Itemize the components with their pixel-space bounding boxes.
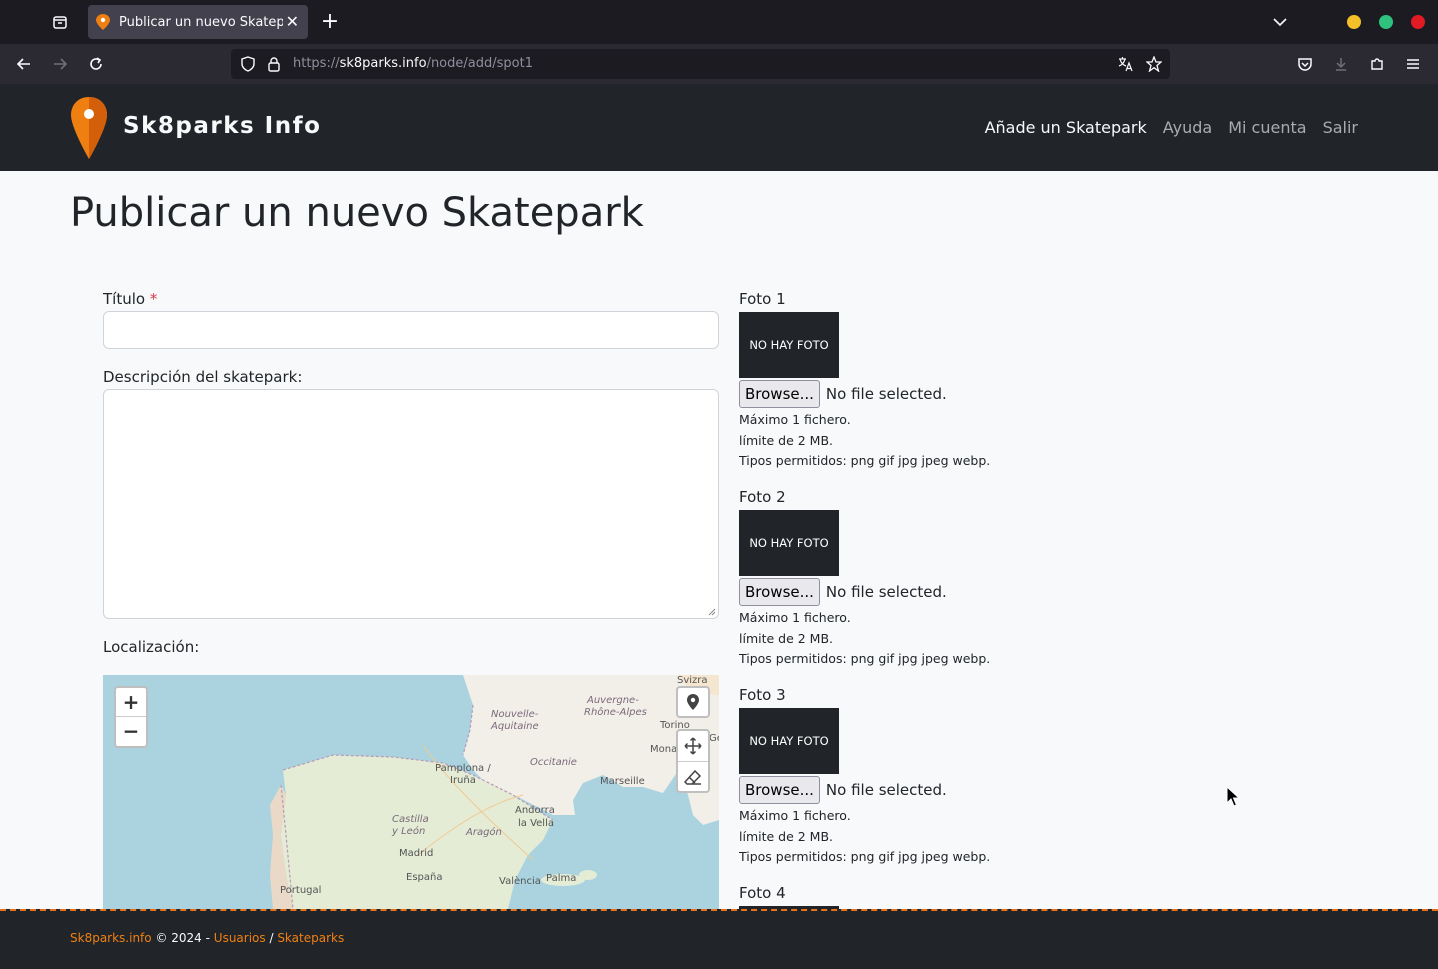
new-tab-icon[interactable]: +: [318, 8, 342, 36]
menu-item-logout[interactable]: Salir: [1323, 118, 1358, 137]
foto-3-field: Foto 3 NO HAY FOTO Browse... No file sel…: [739, 686, 990, 868]
extensions-icon[interactable]: [1363, 52, 1391, 76]
maximize-window-icon[interactable]: [1379, 15, 1393, 29]
zoom-in-button[interactable]: +: [116, 688, 146, 717]
footer-skateparks-link[interactable]: Skateparks: [277, 931, 344, 945]
foto-2-placeholder: NO HAY FOTO: [739, 510, 839, 576]
reload-icon[interactable]: [82, 52, 110, 76]
footer-site-link[interactable]: Sk8parks.info: [70, 931, 152, 945]
browser-tab-bar: Publicar un nuevo Skatepark ✕ +: [0, 0, 1438, 44]
bookmark-star-icon[interactable]: [1146, 56, 1162, 72]
description-label: Descripción del skatepark:: [103, 368, 303, 386]
eraser-icon[interactable]: [678, 762, 708, 793]
firefox-view-icon[interactable]: [46, 8, 74, 36]
menu-item-add-skatepark[interactable]: Añade un Skatepark: [985, 118, 1147, 137]
foto-1-browse-button[interactable]: Browse...: [739, 380, 820, 408]
pocket-icon[interactable]: [1291, 52, 1319, 76]
foto-1-placeholder: NO HAY FOTO: [739, 312, 839, 378]
site-header: Sk8parks Info Añade un Skatepark Ayuda M…: [0, 84, 1438, 171]
site-brand[interactable]: Sk8parks Info: [123, 113, 321, 139]
menu-item-my-account[interactable]: Mi cuenta: [1228, 118, 1306, 137]
foto-1-file-status: No file selected.: [825, 385, 947, 403]
url-text: https://sk8parks.info/node/add/spot1: [293, 56, 533, 71]
foto-3-file-status: No file selected.: [825, 781, 947, 799]
translate-icon[interactable]: [1117, 56, 1133, 72]
footer-text: Sk8parks.info © 2024 - Usuarios / Skatep…: [70, 931, 345, 945]
move-arrows-icon[interactable]: [678, 731, 708, 762]
back-icon[interactable]: [10, 52, 38, 76]
foto-3-label: Foto 3: [739, 686, 786, 704]
foto-2-field: Foto 2 NO HAY FOTO Browse... No file sel…: [739, 488, 990, 670]
foto-2-browse-button[interactable]: Browse...: [739, 578, 820, 606]
location-map[interactable]: Nouvelle- Aquitaine Auvergne- Rhône-Alpe…: [103, 675, 719, 909]
tab-close-icon[interactable]: ✕: [286, 12, 299, 31]
foto-1-help: Máximo 1 fichero. límite de 2 MB. Tipos …: [739, 412, 991, 469]
foto-3-browse-button[interactable]: Browse...: [739, 776, 820, 804]
browser-tab-active[interactable]: Publicar un nuevo Skatepark ✕: [88, 5, 308, 39]
page-title: Publicar un nuevo Skatepark: [70, 190, 644, 236]
map-pin-logo-icon[interactable]: [70, 96, 108, 160]
forward-icon[interactable]: [46, 52, 74, 76]
mouse-cursor-icon: [1226, 786, 1240, 807]
minimize-window-icon[interactable]: [1347, 15, 1361, 29]
url-bar[interactable]: https://sk8parks.info/node/add/spot1: [231, 49, 1170, 79]
zoom-control: + −: [114, 686, 148, 748]
foto-4-field: Foto 4: [739, 884, 839, 909]
required-mark: *: [149, 290, 158, 308]
foto-3-placeholder: NO HAY FOTO: [739, 708, 839, 774]
tracking-shield-icon[interactable]: [240, 56, 256, 72]
title-input[interactable]: [103, 311, 719, 349]
foto-1-label: Foto 1: [739, 290, 786, 308]
foto-2-file-status: No file selected.: [825, 583, 947, 601]
edit-toolbar: [676, 729, 710, 793]
close-window-icon[interactable]: [1411, 15, 1425, 29]
list-all-tabs-icon[interactable]: [1268, 10, 1292, 34]
resize-handle-icon[interactable]: [706, 606, 716, 616]
main-menu: Añade un Skatepark Ayuda Mi cuenta Salir: [969, 118, 1358, 137]
downloads-icon[interactable]: [1327, 52, 1355, 76]
footer-users-link[interactable]: Usuarios: [214, 931, 266, 945]
foto-2-label: Foto 2: [739, 488, 786, 506]
description-textarea[interactable]: [103, 389, 719, 619]
place-marker-icon[interactable]: [676, 686, 710, 718]
location-label: Localización:: [103, 638, 200, 656]
menu-item-help[interactable]: Ayuda: [1163, 118, 1212, 137]
hamburger-menu-icon[interactable]: [1399, 52, 1427, 76]
foto-4-label: Foto 4: [739, 884, 786, 902]
foto-2-help: Máximo 1 fichero. límite de 2 MB. Tipos …: [739, 610, 991, 667]
site-favicon-icon: [96, 14, 110, 30]
zoom-out-button[interactable]: −: [116, 717, 146, 746]
site-footer: Sk8parks.info © 2024 - Usuarios / Skatep…: [0, 909, 1438, 969]
foto-1-field: Foto 1 NO HAY FOTO Browse... No file sel…: [739, 290, 990, 472]
title-label: Título *: [103, 290, 158, 308]
foto-3-help: Máximo 1 fichero. límite de 2 MB. Tipos …: [739, 808, 991, 865]
tab-title: Publicar un nuevo Skatepark: [119, 14, 283, 30]
lock-icon[interactable]: [266, 56, 282, 72]
